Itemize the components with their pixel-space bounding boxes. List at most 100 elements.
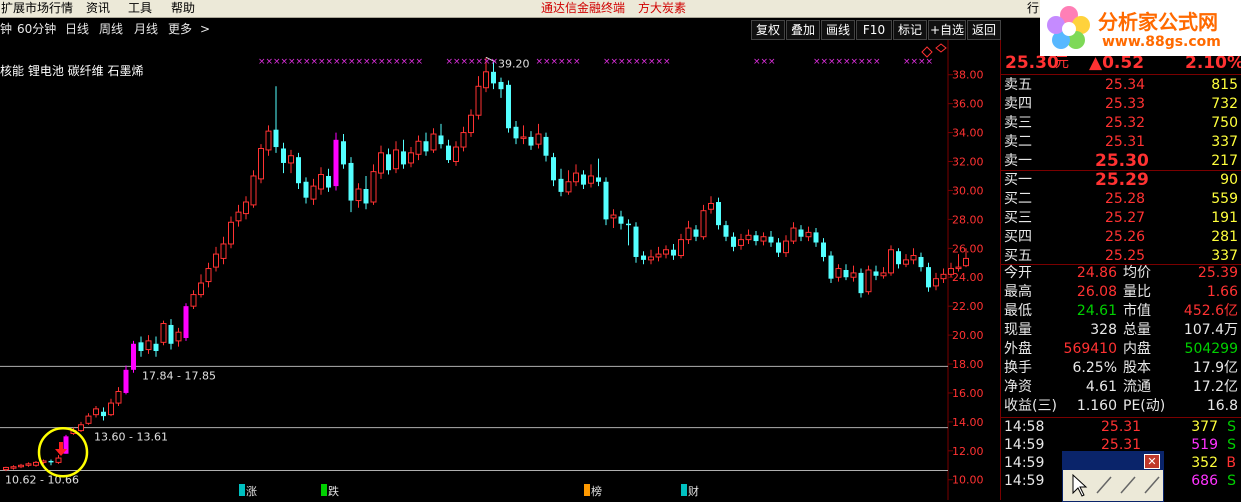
candlestick-chart[interactable]: 10.00 12.00 14.00 16.00 18.00 20.00 22.00 24.00… — [0, 40, 1000, 500]
adjust-button[interactable]: 复权 — [751, 20, 785, 40]
stat-value: 16.8 — [1206, 398, 1238, 414]
candle-body — [745, 234, 752, 241]
ask-row: 卖五 25.34 815 — [1001, 76, 1241, 95]
stat-value: 452.6亿 — [1183, 303, 1238, 319]
period-tab-minute[interactable]: 钟 — [0, 21, 12, 37]
chevron-right-icon[interactable]: > — [200, 21, 210, 37]
event-marker-label: 财 — [688, 484, 699, 498]
period-tab-daily[interactable]: 日线 — [65, 21, 89, 37]
price-zone-label: 17.84 - 17.85 — [142, 369, 216, 382]
event-marker-label: 涨 — [246, 485, 257, 498]
candle-body — [235, 211, 242, 222]
menu-item-fragment[interactable]: 行 — [1027, 1, 1039, 16]
bid-price: 25.27 — [1105, 210, 1146, 226]
candle-body — [250, 175, 257, 206]
candle-body — [610, 214, 617, 219]
candle-body — [543, 136, 549, 156]
kline-chart-area[interactable]: 10.00 12.00 14.00 16.00 18.00 20.00 22.00 24.00… — [0, 40, 1000, 500]
tick-time: 14:59 — [1004, 455, 1045, 471]
event-marker-flag — [681, 484, 687, 496]
candle-body — [273, 129, 279, 148]
add-watchlist-button[interactable]: +自选 — [928, 20, 966, 40]
signal-marker: × — [866, 57, 874, 67]
tick-time: 14:59 — [1004, 437, 1045, 453]
candle-body — [318, 174, 324, 190]
menu-item-tools[interactable]: 工具 — [128, 1, 152, 16]
tick-volume: 377 — [1191, 419, 1218, 435]
close-icon[interactable]: ✕ — [1144, 454, 1160, 469]
candle-body — [813, 232, 819, 243]
candle-body — [183, 306, 189, 338]
candle-body — [145, 340, 152, 351]
bid-volume: 90 — [1220, 172, 1238, 188]
tick-side: B — [1226, 455, 1236, 471]
signal-marker: × — [926, 57, 934, 67]
candle-body — [835, 268, 842, 278]
mark-button[interactable]: 标记 — [893, 20, 927, 40]
tick-volume: 352 — [1191, 455, 1218, 471]
flower-logo-icon — [1047, 6, 1090, 49]
y-tick-label: 22.00 — [952, 300, 984, 313]
candle-body — [641, 255, 646, 260]
candle-body — [281, 148, 286, 163]
candle-body — [243, 201, 249, 215]
period-tab-60min[interactable]: 60分钟 — [17, 21, 56, 37]
candle-body — [25, 463, 32, 466]
candle-body — [783, 240, 789, 254]
y-tick-label: 30.00 — [952, 184, 984, 197]
candle-body — [626, 223, 631, 226]
candle-body — [348, 162, 354, 201]
menu-item-news[interactable]: 资讯 — [86, 1, 110, 16]
stat-value: 1.160 — [1076, 398, 1117, 414]
draw-button[interactable]: 画线 — [821, 20, 855, 40]
ask-price: 25.30 — [1095, 151, 1149, 171]
ask-price: 25.33 — [1105, 96, 1146, 112]
candle-body — [865, 269, 872, 293]
signal-marker: × — [386, 57, 394, 67]
period-tab-monthly[interactable]: 月线 — [134, 21, 158, 37]
tick-side: S — [1227, 473, 1236, 489]
candle-body — [768, 236, 774, 243]
candle-body — [423, 141, 429, 152]
candle-body — [873, 271, 879, 276]
candle-body — [850, 272, 857, 278]
y-tick-label: 28.00 — [952, 213, 984, 226]
signal-marker: × — [873, 57, 881, 67]
ask-row: 卖二 25.31 337 — [1001, 133, 1241, 152]
signal-marker: × — [648, 57, 656, 67]
signal-marker: × — [393, 57, 401, 67]
candle-body — [296, 157, 301, 184]
candle-body — [821, 242, 826, 257]
candle-body — [655, 253, 662, 258]
event-marker-flag — [239, 484, 245, 496]
candle-body — [716, 202, 721, 226]
period-tab-more[interactable]: 更多 — [168, 21, 192, 37]
signal-marker: × — [266, 57, 274, 67]
tick-side: S — [1227, 419, 1236, 435]
drawing-tool-window[interactable]: ✕ — [1062, 451, 1164, 502]
candle-body — [573, 172, 579, 183]
ask-label: 卖二 — [1004, 134, 1032, 150]
ask-row: 卖一 25.30 217 — [1001, 152, 1241, 171]
candle-body — [671, 249, 676, 256]
signal-marker: × — [618, 57, 626, 67]
stat-label: 收益(三) — [1004, 398, 1057, 414]
y-tick-label: 26.00 — [952, 242, 984, 255]
ask-price: 25.34 — [1105, 77, 1146, 93]
candle-body — [731, 236, 736, 247]
period-tab-weekly[interactable]: 周线 — [99, 21, 123, 37]
menu-item-help[interactable]: 帮助 — [171, 1, 195, 16]
overlay-button[interactable]: 叠加 — [786, 20, 820, 40]
draw-tools-icon[interactable] — [1063, 471, 1163, 501]
f10-button[interactable]: F10 — [856, 20, 892, 40]
signal-marker: × — [821, 57, 829, 67]
menu-item-extended-market[interactable]: 扩展市场行情 — [1, 1, 73, 16]
y-tick-label: 16.00 — [952, 387, 984, 400]
signal-marker: × — [356, 57, 364, 67]
candle-body — [828, 255, 834, 279]
candle-body — [438, 135, 444, 145]
tick-price: 25.31 — [1101, 419, 1142, 435]
back-button[interactable]: 返回 — [967, 20, 1001, 40]
bid-price: 25.28 — [1105, 191, 1146, 207]
stat-value: 569410 — [1063, 341, 1117, 357]
